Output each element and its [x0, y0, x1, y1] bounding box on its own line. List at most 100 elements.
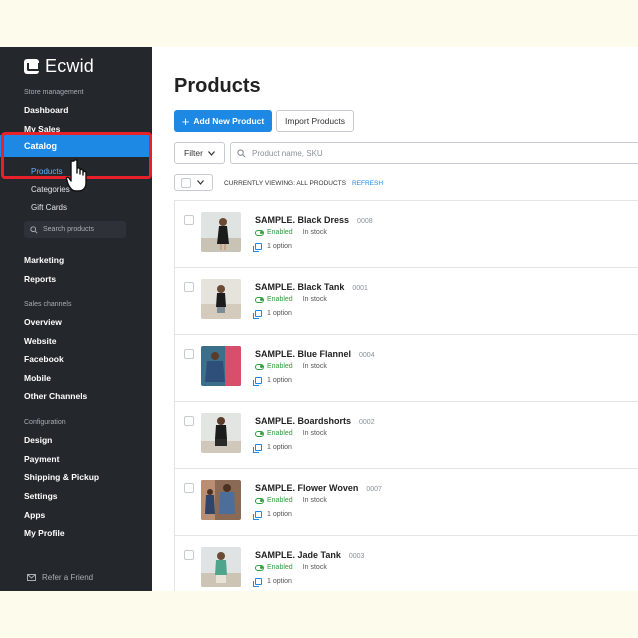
envelope-icon [27, 574, 36, 581]
cart-logo-icon [24, 59, 40, 74]
product-thumbnail[interactable] [201, 413, 241, 453]
product-row[interactable]: SAMPLE. Black Tank 0001 Enabled In stock 1… [174, 267, 638, 335]
product-name[interactable]: SAMPLE. Blue Flannel 0004 [255, 349, 375, 359]
options-icon [253, 578, 262, 587]
sidebar: Ecwid Store management Dashboard My Sale… [0, 47, 152, 591]
options-icon [253, 310, 262, 319]
select-all-checkbox[interactable] [181, 177, 191, 188]
hand-pointer-icon [64, 159, 90, 202]
sidebar-item-dashboard[interactable]: Dashboard [24, 105, 68, 115]
refer-a-friend-link[interactable]: Refer a Friend [27, 573, 93, 582]
toggle-on-icon[interactable] [255, 430, 264, 437]
add-new-product-label: Add New Product [193, 116, 265, 126]
product-checkbox[interactable] [184, 483, 194, 493]
logo-text: Ecwid [45, 56, 95, 76]
product-sku: 0002 [359, 419, 375, 426]
sidebar-search-input[interactable]: Search products [24, 221, 126, 238]
product-row[interactable]: SAMPLE. Flower Woven 0007 Enabled In stock… [174, 468, 638, 536]
section-store-management: Store management [24, 89, 84, 96]
toggle-on-icon[interactable] [255, 564, 264, 571]
product-status: Enabled In stock [255, 363, 327, 370]
product-options: 1 option [253, 444, 292, 453]
product-sku: 0003 [348, 553, 365, 560]
product-thumbnail[interactable] [201, 279, 241, 319]
refresh-link[interactable]: REFRESH [352, 180, 383, 187]
options-icon [253, 444, 262, 453]
product-thumbnail[interactable] [201, 212, 241, 252]
product-row[interactable]: SAMPLE. Blue Flannel 0004 Enabled In stock… [174, 334, 638, 402]
product-options: 1 option [253, 511, 292, 520]
product-name[interactable]: SAMPLE. Boardshorts 0002 [255, 416, 375, 426]
section-configuration: Configuration [24, 419, 66, 426]
toggle-on-icon[interactable] [255, 229, 264, 236]
viewing-status: CURRENTLY VIEWING: ALL PRODUCTS REFRESH [224, 180, 383, 187]
chevron-down-icon [207, 150, 215, 156]
toggle-on-icon[interactable] [255, 363, 264, 370]
filter-button[interactable]: Filter [174, 142, 225, 164]
product-name[interactable]: SAMPLE. Black Dress 0008 [255, 215, 373, 225]
sidebar-item-my-profile[interactable]: My Profile [24, 528, 65, 538]
sidebar-item-shipping[interactable]: Shipping & Pickup [24, 472, 99, 482]
product-status: Enabled In stock [255, 564, 327, 571]
product-thumbnail[interactable] [201, 480, 241, 520]
page-title: Products [174, 75, 261, 97]
product-sku: 0008 [357, 218, 373, 225]
product-checkbox[interactable] [184, 282, 194, 292]
sidebar-item-reports[interactable]: Reports [24, 274, 56, 284]
product-thumbnail[interactable] [201, 547, 241, 587]
product-search-input[interactable]: Product name, SKU [230, 142, 638, 164]
product-options: 1 option [253, 310, 292, 319]
product-row[interactable]: SAMPLE. Jade Tank 0003 Enabled In stock 1 … [174, 535, 638, 591]
search-icon [30, 225, 38, 234]
product-options: 1 option [253, 243, 292, 252]
select-all-dropdown[interactable] [174, 174, 213, 191]
sidebar-item-design[interactable]: Design [24, 435, 52, 445]
sidebar-item-settings[interactable]: Settings [24, 491, 58, 501]
import-products-button[interactable]: Import Products [276, 110, 354, 132]
product-row[interactable]: SAMPLE. Black Dress 0008 Enabled In stock … [174, 200, 638, 268]
sidebar-item-overview[interactable]: Overview [24, 317, 62, 327]
sidebar-item-payment[interactable]: Payment [24, 454, 59, 464]
options-icon [253, 511, 262, 520]
product-name[interactable]: SAMPLE. Black Tank 0001 [255, 282, 368, 292]
product-status: Enabled In stock [255, 430, 327, 437]
sidebar-item-apps[interactable]: Apps [24, 510, 45, 520]
toggle-on-icon[interactable] [255, 497, 264, 504]
product-checkbox[interactable] [184, 215, 194, 225]
refer-a-friend-label: Refer a Friend [42, 573, 94, 582]
product-checkbox[interactable] [184, 416, 194, 426]
product-search-placeholder: Product name, SKU [252, 148, 323, 158]
product-checkbox[interactable] [184, 349, 194, 359]
toggle-on-icon[interactable] [255, 296, 264, 303]
product-thumbnail[interactable] [201, 346, 241, 386]
chevron-down-icon [197, 180, 204, 185]
product-status: Enabled In stock [255, 229, 327, 236]
app-window: Ecwid Store management Dashboard My Sale… [0, 47, 638, 591]
sidebar-item-mobile[interactable]: Mobile [24, 373, 51, 383]
sidebar-item-facebook[interactable]: Facebook [24, 354, 64, 364]
logo[interactable]: Ecwid [24, 56, 94, 77]
sidebar-sub-gift-cards[interactable]: Gift Cards [31, 203, 67, 212]
viewing-label: CURRENTLY VIEWING: ALL PRODUCTS [224, 180, 346, 187]
product-name[interactable]: SAMPLE. Flower Woven 0007 [255, 483, 382, 493]
add-new-product-button[interactable]: + Add New Product [174, 110, 272, 132]
plus-icon: + [181, 113, 190, 129]
product-status: Enabled In stock [255, 497, 327, 504]
sidebar-item-my-sales[interactable]: My Sales [24, 124, 60, 132]
sidebar-search-placeholder: Search products [43, 226, 94, 233]
sidebar-item-website[interactable]: Website [24, 336, 56, 346]
product-sku: 0004 [359, 352, 375, 359]
product-checkbox[interactable] [184, 550, 194, 560]
options-icon [253, 377, 262, 386]
sidebar-item-other-channels[interactable]: Other Channels [24, 391, 87, 401]
filter-label: Filter [184, 148, 203, 158]
product-sku: 0001 [352, 285, 368, 292]
product-name[interactable]: SAMPLE. Jade Tank 0003 [255, 550, 364, 560]
sidebar-item-marketing[interactable]: Marketing [24, 255, 64, 265]
product-options: 1 option [253, 578, 292, 587]
product-row[interactable]: SAMPLE. Boardshorts 0002 Enabled In stock … [174, 401, 638, 469]
product-status: Enabled In stock [255, 296, 327, 303]
search-icon [237, 148, 246, 157]
section-sales-channels: Sales channels [24, 301, 72, 308]
main-content: Products + Add New Product Import Produc… [152, 47, 638, 591]
